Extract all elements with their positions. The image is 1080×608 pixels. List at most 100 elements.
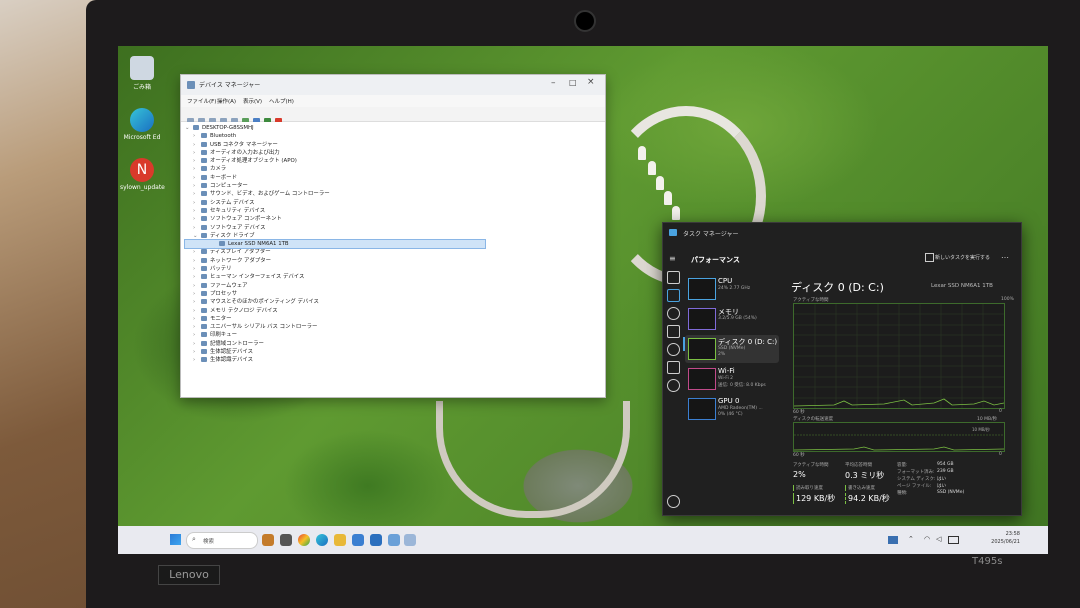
tree-category[interactable]: › 印刷キュー	[185, 331, 485, 339]
store-icon[interactable]	[352, 534, 364, 546]
tree-category[interactable]: › マウスとそのほかのポインティング デバイス	[185, 298, 485, 306]
tree-category[interactable]: › 生体認証デバイス	[185, 348, 485, 356]
chevron-right-icon[interactable]: ›	[193, 157, 199, 165]
tray-overflow-icon[interactable]: ⌃	[908, 535, 914, 543]
chevron-right-icon[interactable]: ›	[193, 257, 199, 265]
close-button[interactable]: ×	[587, 77, 595, 87]
tree-category[interactable]: ⌄ ディスク ドライブ	[185, 232, 485, 240]
users-icon[interactable]	[667, 343, 680, 356]
chevron-right-icon[interactable]: ›	[193, 331, 199, 339]
details-icon[interactable]	[667, 361, 680, 374]
tree-category[interactable]: › サウンド、ビデオ、およびゲーム コントローラー	[185, 190, 485, 198]
wifi-icon[interactable]: ◠	[924, 535, 930, 543]
chevron-right-icon[interactable]: ›	[193, 298, 199, 306]
app-taskbar-icon[interactable]	[404, 534, 416, 546]
chevron-down-icon[interactable]: ⌄	[193, 232, 199, 240]
performance-icon[interactable]	[667, 289, 680, 302]
menu-item-help[interactable]: ヘルプ(H)	[269, 97, 294, 105]
tree-category[interactable]: › キーボード	[185, 174, 485, 182]
chevron-right-icon[interactable]: ›	[193, 265, 199, 273]
clock-time[interactable]: 23:58	[980, 531, 1020, 537]
chevron-right-icon[interactable]: ›	[193, 190, 199, 198]
desktop-icon-app[interactable]: N sylown_update	[120, 158, 165, 191]
more-options-icon[interactable]: …	[1001, 251, 1009, 260]
tree-category[interactable]: › ソフトウェア コンポーネント	[185, 215, 485, 223]
tree-category[interactable]: › メモリ テクノロジ デバイス	[185, 307, 485, 315]
task-manager-titlebar[interactable]: タスク マネージャー	[663, 223, 1021, 243]
chevron-right-icon[interactable]: ›	[193, 290, 199, 298]
perf-item-disk[interactable]: ディスク 0 (D: C:) SSD (NVMe) 2%	[685, 335, 779, 363]
volume-icon[interactable]: ◁	[936, 535, 941, 543]
app-history-icon[interactable]	[667, 307, 680, 320]
widgets-icon[interactable]	[262, 534, 274, 546]
chevron-right-icon[interactable]: ›	[193, 356, 199, 364]
tray-app-icon[interactable]	[888, 536, 898, 544]
chevron-right-icon[interactable]: ›	[193, 248, 199, 256]
chevron-right-icon[interactable]: ›	[193, 273, 199, 281]
tree-category[interactable]: › ディスプレイ アダプター	[185, 248, 485, 256]
device-manager-window[interactable]: デバイス マネージャー – □ × ファイル(F) 操作(A) 表示(V) ヘル…	[180, 74, 606, 398]
chevron-right-icon[interactable]: ›	[193, 207, 199, 215]
chevron-right-icon[interactable]: ›	[193, 340, 199, 348]
tree-category[interactable]: › 記憶域コントローラー	[185, 340, 485, 348]
tree-category[interactable]: › オーディオの入力および出力	[185, 149, 485, 157]
tree-category[interactable]: › セキュリティ デバイス	[185, 207, 485, 215]
chevron-right-icon[interactable]: ›	[193, 224, 199, 232]
chevron-right-icon[interactable]: ›	[193, 307, 199, 315]
clock-date[interactable]: 2025/06/21	[980, 539, 1020, 545]
edge-taskbar-icon[interactable]	[316, 534, 328, 546]
chrome-icon[interactable]	[298, 534, 310, 546]
tree-category[interactable]: › プロセッサ	[185, 290, 485, 298]
start-button[interactable]	[170, 534, 181, 545]
desktop-icon-edge[interactable]: Microsoft Ed	[120, 108, 164, 141]
tree-category[interactable]: › 生体認識デバイス	[185, 356, 485, 364]
chevron-right-icon[interactable]: ›	[193, 315, 199, 323]
processes-icon[interactable]	[667, 271, 680, 284]
tree-category[interactable]: › ヒューマン インターフェイス デバイス	[185, 273, 485, 281]
chevron-right-icon[interactable]: ›	[193, 149, 199, 157]
maximize-button[interactable]: □	[569, 78, 577, 87]
perf-item-wifi[interactable]: Wi-Fi Wi-Fi 2 送信: 0 受信: 8.0 Kbps	[685, 365, 779, 393]
perf-item-cpu[interactable]: CPU 24% 2.77 GHz	[685, 275, 779, 303]
task-view-icon[interactable]	[280, 534, 292, 546]
chevron-right-icon[interactable]: ›	[193, 141, 199, 149]
task-manager-window[interactable]: タスク マネージャー ≡ パフォーマンス 新しいタスクを実行する … CPU 2…	[662, 222, 1022, 516]
tree-category[interactable]: › オーディオ処理オブジェクト (APO)	[185, 157, 485, 165]
perf-item-gpu[interactable]: GPU 0 AMD Radeon(TM) ... 0% (46 °C)	[685, 395, 779, 423]
tree-root[interactable]: ⌄ DESKTOP-G8SSMHJ	[185, 124, 485, 132]
device-manager-titlebar[interactable]: デバイス マネージャー – □ ×	[181, 75, 605, 95]
hamburger-menu-icon[interactable]: ≡	[669, 254, 676, 263]
tree-category[interactable]: › USB コネクタ マネージャー	[185, 141, 485, 149]
tree-category[interactable]: › カメラ	[185, 165, 485, 173]
tree-category[interactable]: › ファームウェア	[185, 282, 485, 290]
tree-category[interactable]: › Bluetooth	[185, 132, 485, 140]
device-tree[interactable]: ⌄ DESKTOP-G8SSMHJ › Bluetooth › USB コネクタ マネー…	[181, 122, 605, 397]
settings-icon[interactable]	[667, 495, 680, 508]
menu-item-action[interactable]: 操作(A)	[217, 97, 236, 105]
tree-category[interactable]: › ネットワーク アダプター	[185, 257, 485, 265]
tree-category[interactable]: › バッテリ	[185, 265, 485, 273]
menu-item-file[interactable]: ファイル(F)	[187, 97, 216, 105]
desktop-icon-recycle-bin[interactable]: ごみ箱	[120, 56, 164, 91]
task-manager-taskbar-icon[interactable]	[388, 534, 400, 546]
chevron-right-icon[interactable]: ›	[193, 132, 199, 140]
tree-device-item[interactable]: Lexar SSD NM6A1 1TB	[184, 239, 486, 250]
tree-category[interactable]: › ソフトウェア デバイス	[185, 224, 485, 232]
battery-icon[interactable]	[948, 536, 959, 544]
device-manager-taskbar-icon[interactable]	[370, 534, 382, 546]
perf-item-memory[interactable]: メモリ 3.2/5.9 GB (54%)	[685, 305, 779, 333]
search-box[interactable]: ⌕ 検索	[186, 532, 258, 549]
tree-category[interactable]: › ユニバーサル シリアル バス コントローラー	[185, 323, 485, 331]
minimize-button[interactable]: –	[551, 78, 556, 88]
chevron-right-icon[interactable]: ›	[193, 182, 199, 190]
chevron-right-icon[interactable]: ›	[193, 323, 199, 331]
chevron-right-icon[interactable]: ›	[193, 174, 199, 182]
services-icon[interactable]	[667, 379, 680, 392]
chevron-right-icon[interactable]: ›	[193, 348, 199, 356]
startup-apps-icon[interactable]	[667, 325, 680, 338]
tree-category[interactable]: › モニター	[185, 315, 485, 323]
tree-category[interactable]: › システム デバイス	[185, 199, 485, 207]
chevron-right-icon[interactable]: ›	[193, 282, 199, 290]
file-explorer-icon[interactable]	[334, 534, 346, 546]
chevron-right-icon[interactable]: ›	[193, 199, 199, 207]
